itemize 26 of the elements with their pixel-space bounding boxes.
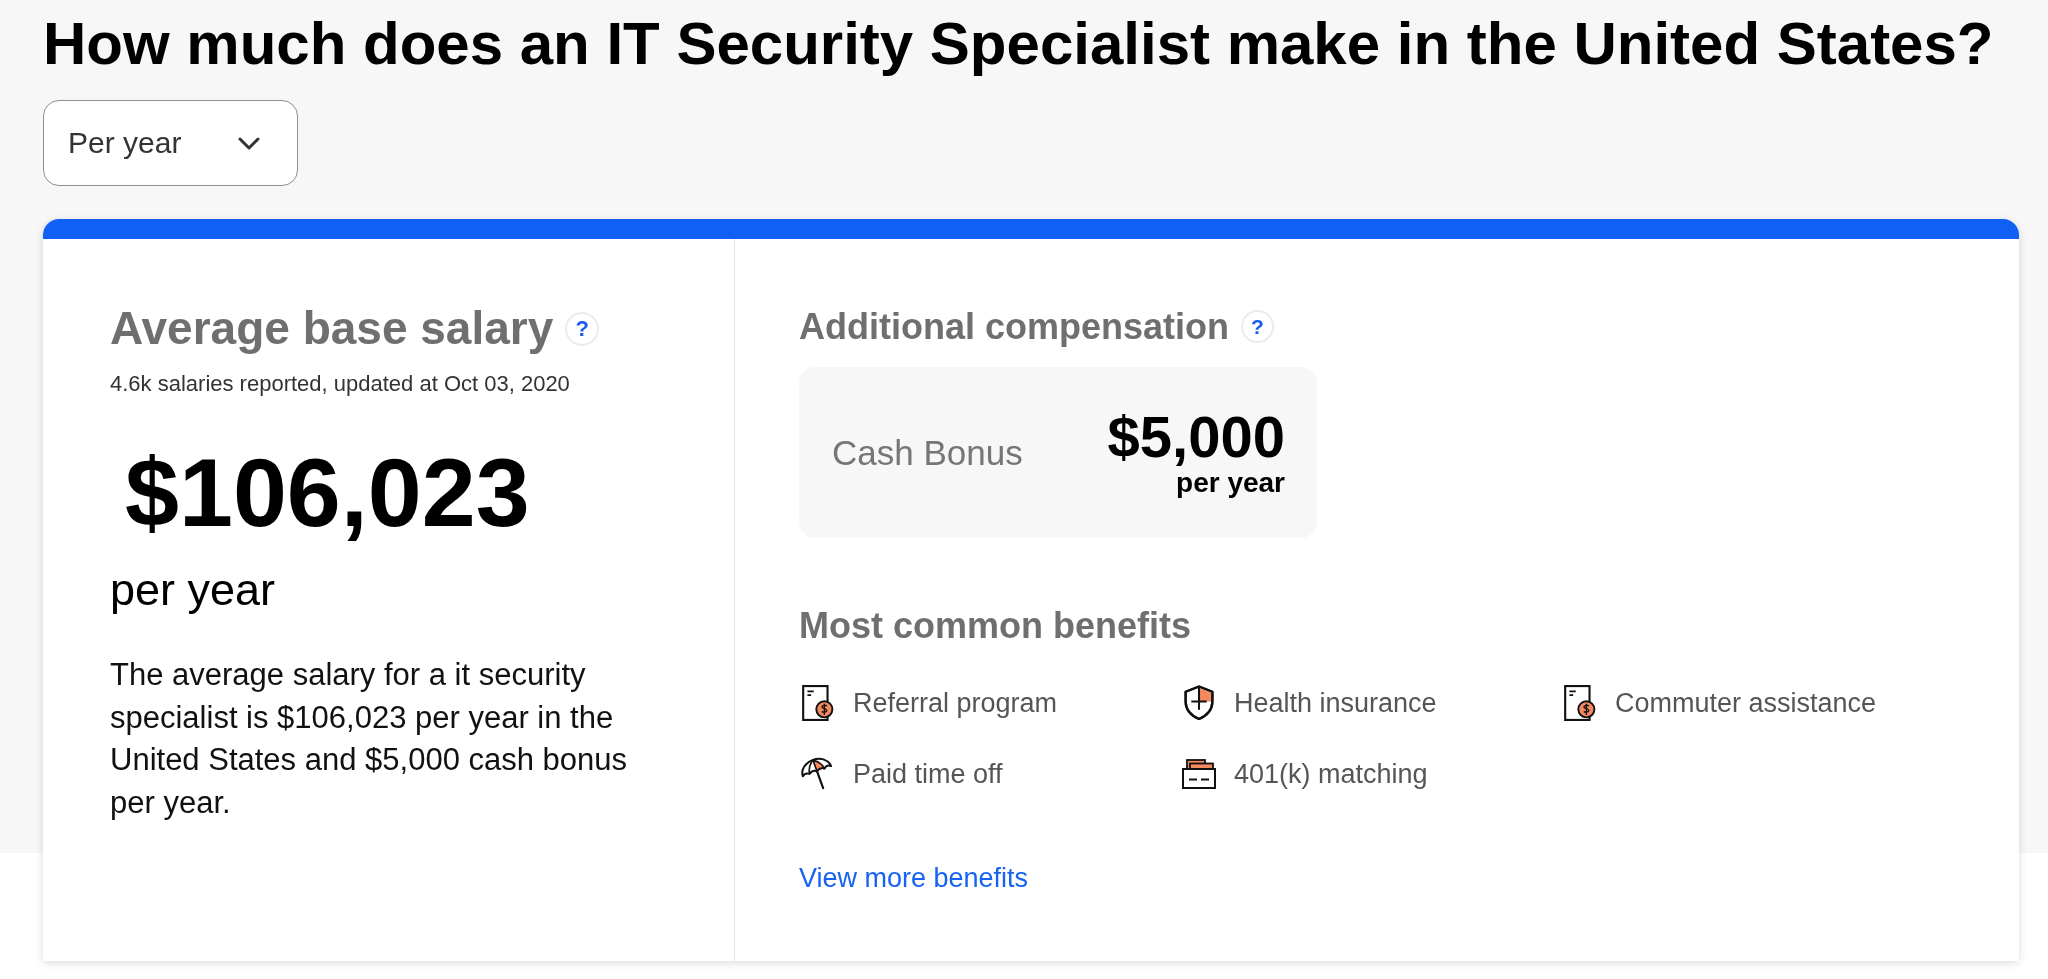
bonus-label: Cash Bonus [832,432,1023,473]
section-heading: Average base salary [110,301,554,356]
page-title: How much does an IT Security Specialist make in the United States? [43,9,1994,78]
bonus-period: per year [1176,466,1285,499]
salary-report-info: 4.6k salaries reported, updated at Oct 03, 2020 [110,371,571,397]
chevron-down-icon [238,136,260,150]
help-button[interactable]: ? [1241,310,1274,343]
benefit-label: Referral program [853,687,1058,720]
benefit-label: Health insurance [1234,687,1437,720]
benefit-label: Commuter assistance [1615,687,1877,720]
bonus-amount: $5,000 [1107,406,1285,467]
document-dollar-icon [801,685,835,721]
document-dollar-icon [1563,685,1597,721]
help-button[interactable]: ? [565,311,600,346]
benefit-label: Paid time off [853,758,1003,791]
section-heading: Additional compensation [799,305,1229,348]
tray-icon [1182,756,1216,792]
umbrella-icon [801,756,835,792]
view-more-link[interactable]: View more benefits [799,862,1029,894]
salary-period: per year [110,563,277,617]
shield-plus-icon [1182,685,1216,721]
salary-amount: $106,023 [124,444,531,541]
section-heading: Most common benefits [799,604,1193,647]
benefit-label: 401(k) matching [1234,758,1428,791]
salary-summary: The average salary for a it security specialist is $106,023 per year in the United States and $5,000 cash bonus per year. [110,656,629,822]
pay-period-dropdown[interactable]: Per year [43,100,298,186]
